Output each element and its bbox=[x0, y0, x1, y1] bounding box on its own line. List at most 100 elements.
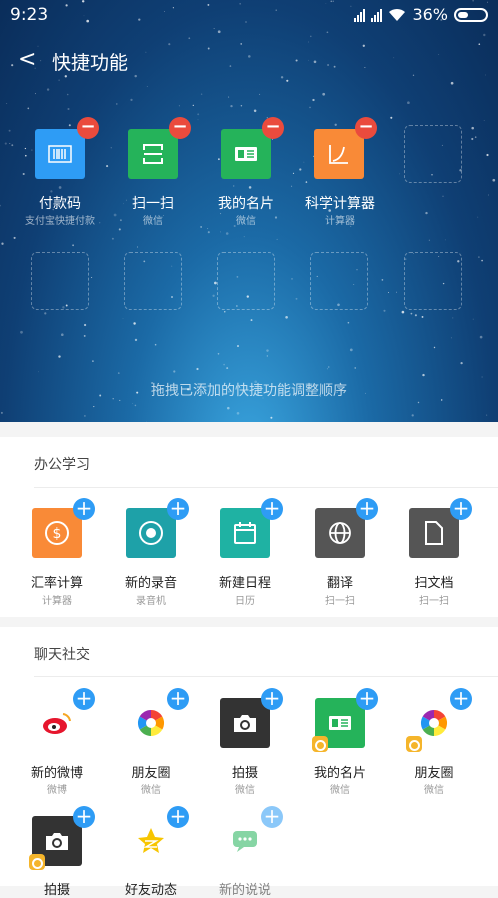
svg-text:$: $ bbox=[53, 526, 62, 542]
item-sub: 微博 bbox=[47, 785, 67, 796]
star bbox=[471, 137, 474, 141]
add-button[interactable]: + bbox=[450, 498, 472, 520]
item-label: 好友动态 bbox=[124, 883, 177, 898]
shortcut-label: 付款码 bbox=[39, 196, 81, 212]
star bbox=[92, 360, 94, 362]
add-button[interactable]: + bbox=[167, 498, 189, 520]
star bbox=[58, 355, 61, 358]
star bbox=[401, 310, 405, 314]
item-sub: 扫一扫 bbox=[325, 596, 355, 607]
star bbox=[106, 165, 109, 168]
star bbox=[22, 172, 25, 176]
star bbox=[197, 119, 199, 121]
star bbox=[326, 368, 328, 370]
star bbox=[309, 106, 311, 109]
item-label: 新的说说 bbox=[218, 883, 271, 898]
app-clone-badge bbox=[29, 854, 45, 870]
star bbox=[285, 316, 288, 319]
star bbox=[444, 239, 446, 241]
add-button[interactable]: + bbox=[73, 806, 95, 828]
star bbox=[472, 318, 474, 320]
remove-button[interactable]: − bbox=[169, 117, 191, 139]
signal-icon bbox=[371, 8, 383, 22]
add-button[interactable]: + bbox=[167, 688, 189, 710]
star bbox=[111, 237, 114, 240]
star bbox=[478, 256, 480, 258]
remove-button[interactable]: − bbox=[262, 117, 284, 139]
signal-icon bbox=[354, 8, 366, 22]
star bbox=[31, 149, 33, 151]
star bbox=[227, 406, 230, 410]
star bbox=[200, 93, 203, 95]
status-bar: 9:23 36% bbox=[0, 0, 498, 32]
star bbox=[188, 37, 191, 40]
star bbox=[146, 421, 147, 422]
item-label: 朋友圈 bbox=[131, 766, 171, 781]
star bbox=[196, 367, 199, 371]
star bbox=[322, 92, 326, 96]
star bbox=[259, 93, 261, 95]
star bbox=[20, 330, 23, 334]
star bbox=[236, 411, 240, 415]
star bbox=[387, 291, 390, 294]
shortcut-label: 扫一扫 bbox=[132, 196, 174, 212]
status-time: 9:23 bbox=[10, 5, 49, 25]
nav-bar: < 快捷功能 bbox=[0, 42, 498, 82]
star bbox=[253, 109, 257, 113]
star bbox=[486, 414, 488, 416]
star bbox=[411, 414, 414, 417]
add-button[interactable]: + bbox=[261, 806, 283, 828]
star bbox=[232, 185, 235, 187]
star bbox=[422, 373, 425, 377]
item-sub: 日历 bbox=[235, 596, 255, 607]
back-button[interactable]: < bbox=[18, 47, 36, 72]
star bbox=[192, 104, 194, 107]
add-button[interactable]: + bbox=[356, 688, 378, 710]
card-icon bbox=[221, 129, 271, 179]
star bbox=[93, 406, 95, 408]
remove-button[interactable]: − bbox=[77, 117, 99, 139]
star bbox=[197, 113, 200, 116]
add-button[interactable]: + bbox=[73, 498, 95, 520]
star bbox=[240, 105, 243, 107]
star bbox=[8, 129, 11, 132]
item-label: 新的微博 bbox=[30, 766, 83, 781]
star bbox=[305, 181, 308, 183]
star bbox=[270, 416, 273, 419]
remove-button[interactable]: − bbox=[355, 117, 377, 139]
barcode-icon bbox=[35, 129, 85, 179]
item-label: 朋友圈 bbox=[414, 766, 454, 781]
star bbox=[291, 278, 293, 280]
star bbox=[226, 367, 229, 370]
star bbox=[460, 361, 463, 365]
star bbox=[130, 98, 133, 102]
add-button[interactable]: + bbox=[167, 806, 189, 828]
empty-slot bbox=[404, 252, 462, 310]
star bbox=[207, 228, 209, 230]
star bbox=[483, 33, 486, 37]
section-title: 聊天社交 bbox=[34, 647, 90, 663]
star bbox=[83, 334, 86, 337]
section-title: 办公学习 bbox=[34, 457, 90, 473]
scan-icon bbox=[128, 129, 178, 179]
empty-slot bbox=[31, 252, 89, 310]
item-sub: 录音机 bbox=[136, 596, 166, 607]
item-label: 拍摄 bbox=[43, 883, 70, 898]
star bbox=[132, 403, 134, 404]
empty-slot bbox=[124, 252, 182, 310]
shortcut-label: 我的名片 bbox=[218, 196, 274, 212]
section-social: 聊天社交 + 新的微博 微博 + 朋友圈 微信 + 拍摄 微信 + 我的名片 微… bbox=[0, 627, 498, 898]
add-button[interactable]: + bbox=[450, 688, 472, 710]
item-label: 我的名片 bbox=[313, 766, 366, 781]
star bbox=[119, 399, 121, 401]
star bbox=[173, 370, 176, 373]
add-button[interactable]: + bbox=[73, 688, 95, 710]
star bbox=[0, 204, 1, 207]
add-button[interactable]: + bbox=[261, 498, 283, 520]
star bbox=[46, 88, 50, 91]
star bbox=[24, 154, 27, 157]
add-button[interactable]: + bbox=[261, 688, 283, 710]
add-button[interactable]: + bbox=[356, 498, 378, 520]
divider bbox=[34, 487, 498, 488]
star bbox=[223, 363, 225, 366]
